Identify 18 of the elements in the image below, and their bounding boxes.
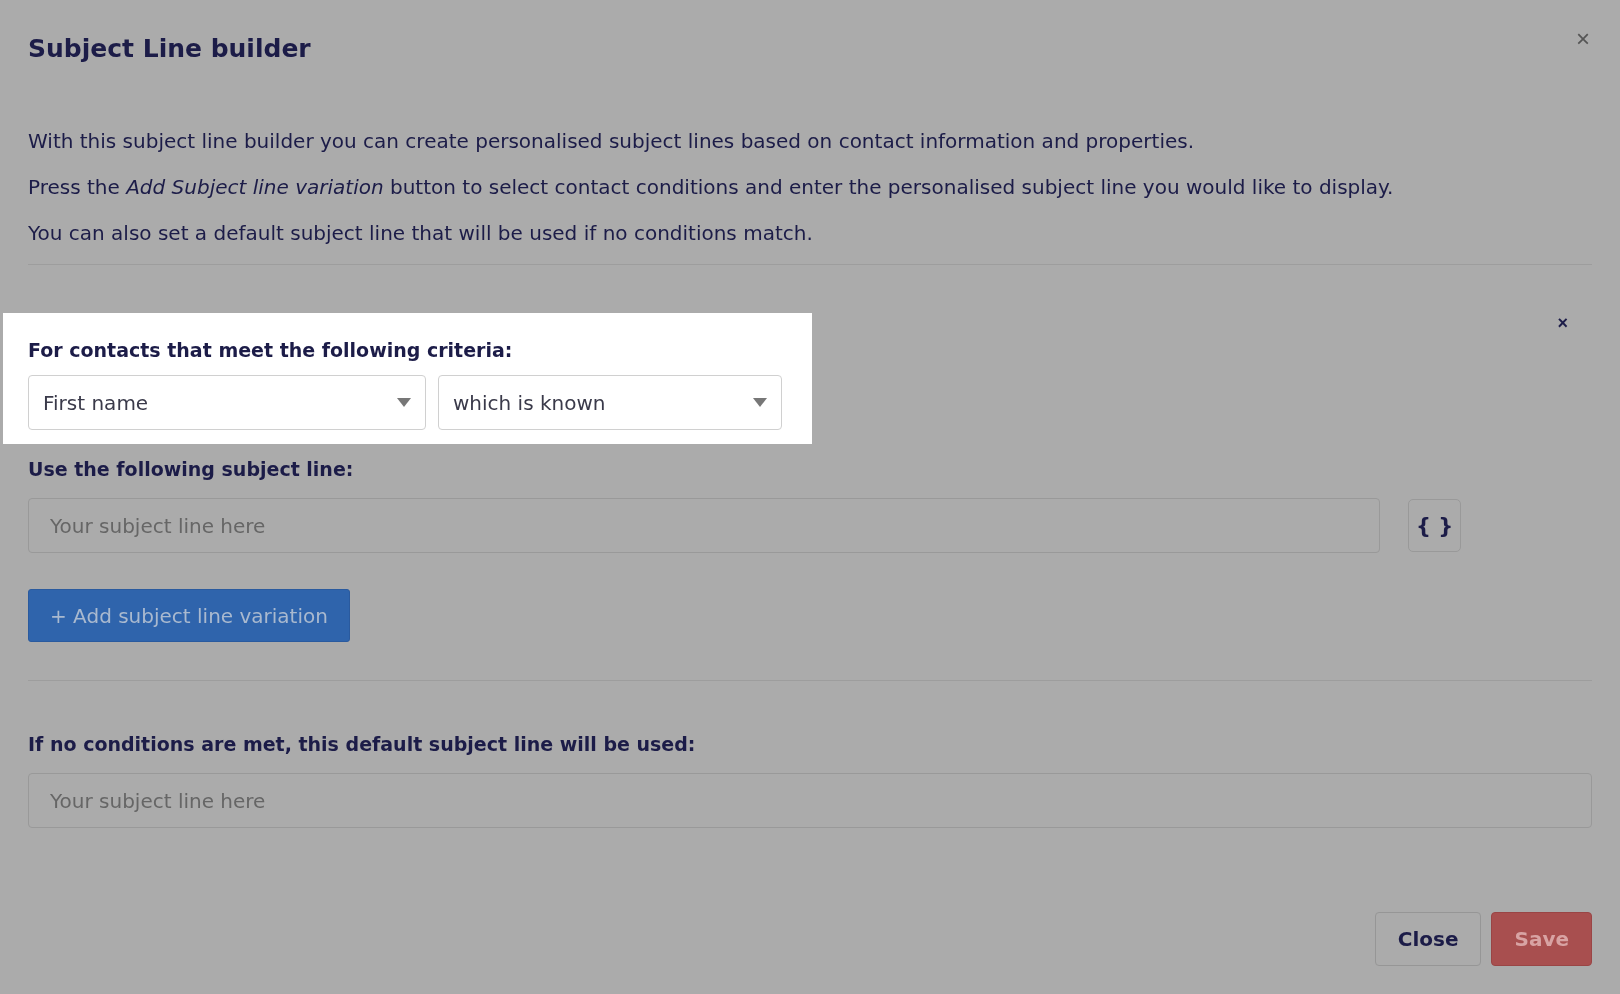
default-label: If no conditions are met, this default subject line will be used: bbox=[28, 732, 697, 757]
condition-dropdown[interactable]: First name bbox=[28, 375, 426, 430]
criteria-label: For contacts that meet the following criteria: bbox=[28, 338, 514, 363]
caret-icon bbox=[753, 398, 767, 407]
dropdown-value: First name bbox=[43, 390, 149, 415]
intro-text: Press the Add Subject line variation button to select contact conditions and enter the personalised subject line you would like to display. bbox=[28, 174, 1395, 201]
subject-input[interactable]: Your subject line here bbox=[28, 498, 1380, 553]
intro-text: You can also set a default subject line that will be used if no conditions match. bbox=[28, 220, 814, 247]
intro-text: With this subject line builder you can create personalised subject lines based on contact information and properties. bbox=[28, 128, 1196, 155]
insert-token-button[interactable]: { } bbox=[1408, 499, 1461, 552]
close-button[interactable]: Close bbox=[1374, 912, 1482, 966]
dialog-title: Subject Line builder bbox=[28, 33, 311, 65]
remove-variation-button[interactable]: × bbox=[1557, 313, 1568, 333]
dropdown-value: which is known bbox=[453, 390, 606, 415]
condition-dropdown[interactable]: which is known bbox=[438, 375, 782, 430]
subject-label: Use the following subject line: bbox=[28, 457, 355, 482]
caret-icon bbox=[397, 398, 411, 407]
default-subject-input[interactable]: Your subject line here bbox=[28, 773, 1592, 828]
